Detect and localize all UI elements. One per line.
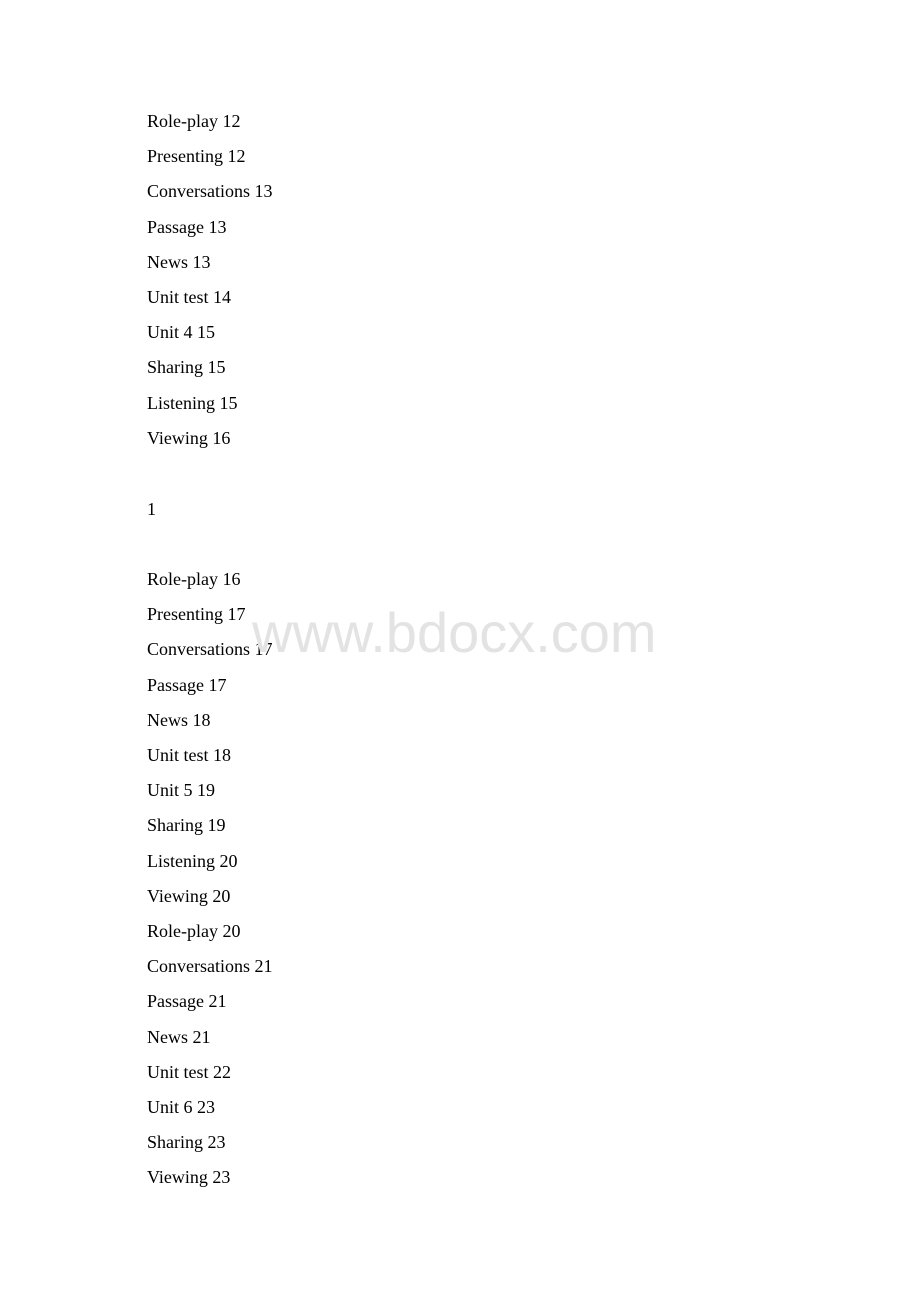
toc-entry: Unit 4 15 xyxy=(147,322,216,343)
page-number: 1 xyxy=(147,499,156,519)
watermark: www.bdocx.com xyxy=(252,601,657,664)
toc-entry: Passage 21 xyxy=(147,991,227,1012)
toc-entry: Unit test 18 xyxy=(147,745,231,765)
toc-entry: News 18 xyxy=(147,709,211,730)
toc-entry: Presenting 17 xyxy=(147,604,246,625)
toc-entry: Listening 20 xyxy=(147,850,238,871)
toc-entry: Unit 6 23 xyxy=(147,1097,216,1117)
toc-entry: Sharing 15 xyxy=(147,357,226,378)
toc-entry: Viewing 23 xyxy=(147,1167,231,1188)
toc-entry: News 13 xyxy=(147,251,211,272)
toc-entry: Unit 5 19 xyxy=(147,780,216,801)
toc-entry: Viewing 20 xyxy=(147,885,231,906)
toc-entry: News 21 xyxy=(147,1026,211,1047)
toc-entry: Conversations 13 xyxy=(147,181,273,202)
toc-entry: Sharing 19 xyxy=(147,815,226,836)
toc-entry: Role-play 12 xyxy=(147,111,241,131)
toc-entry: Viewing 16 xyxy=(147,427,231,448)
toc-entry: Listening 15 xyxy=(147,392,238,413)
toc-entry: Role-play 16 xyxy=(147,569,241,589)
toc-entry: Sharing 23 xyxy=(147,1132,226,1153)
toc-entry: Unit test 14 xyxy=(147,287,231,307)
toc-entry: Role-play 20 xyxy=(147,921,241,941)
toc-entry: Passage 17 xyxy=(147,674,227,695)
toc-entry: Unit test 22 xyxy=(147,1061,231,1082)
toc-entry: Passage 13 xyxy=(147,216,227,237)
toc-entry: Conversations 17 xyxy=(147,639,273,660)
toc-entry: Conversations 21 xyxy=(147,956,273,977)
toc-entry: Presenting 12 xyxy=(147,146,246,167)
